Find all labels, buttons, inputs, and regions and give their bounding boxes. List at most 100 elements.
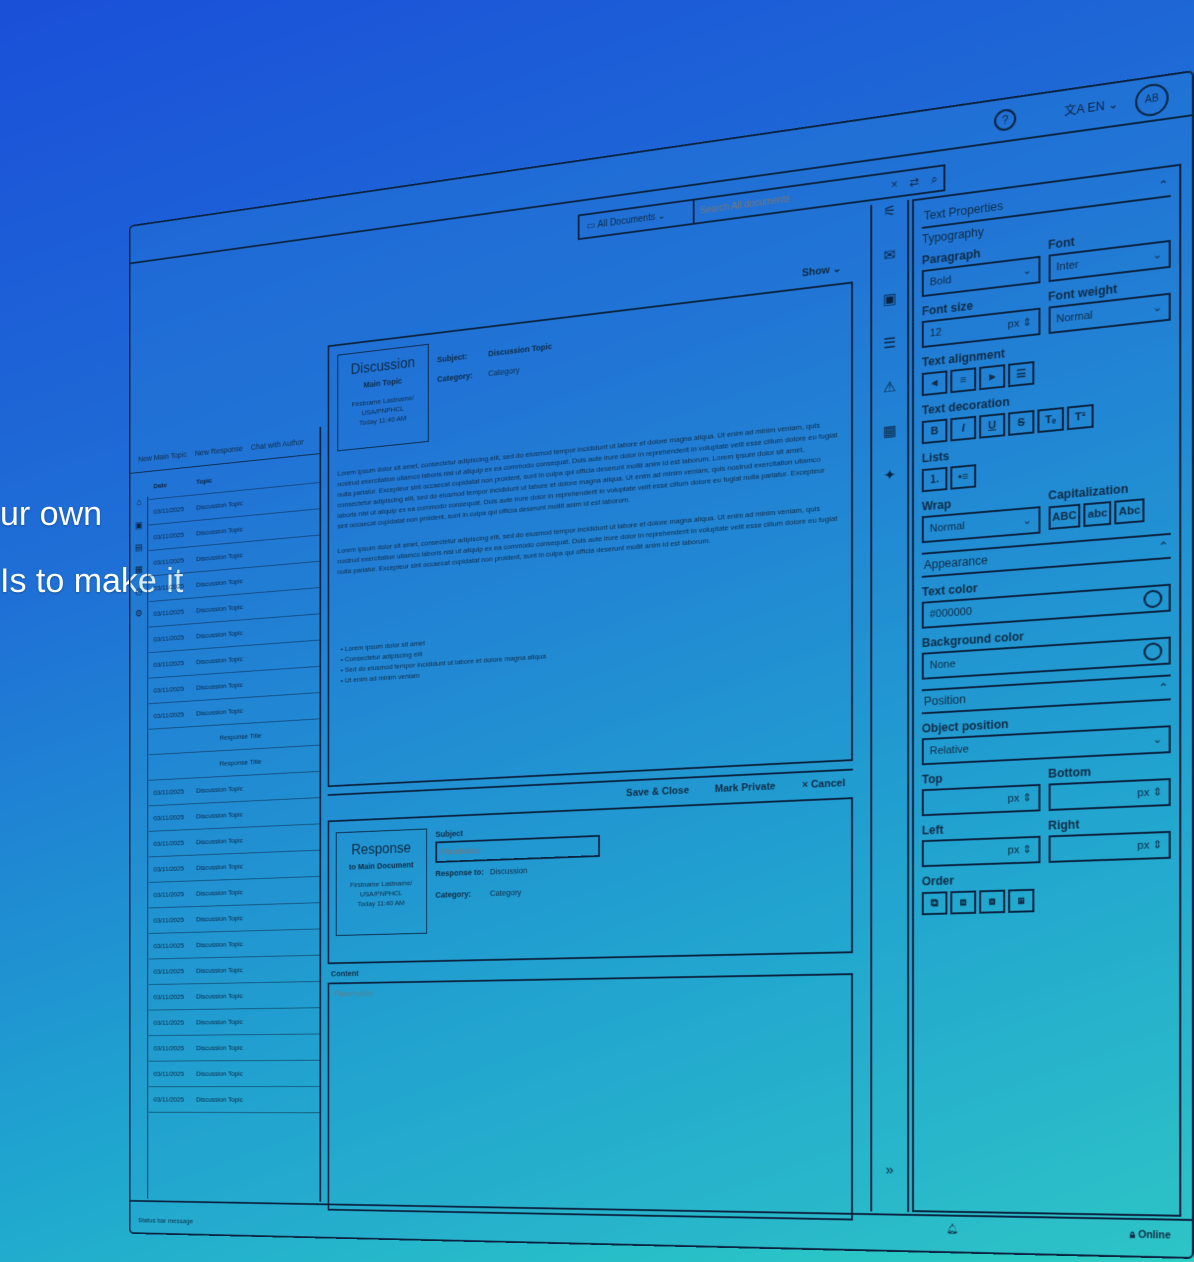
response-time: Today 11:40 AM: [357, 898, 405, 909]
clock-icon[interactable]: ◷: [130, 585, 147, 608]
table-row[interactable]: 03/11/2025 Discussion Topic: [148, 1034, 320, 1062]
row-topic: Discussion Topic: [196, 577, 243, 589]
column-date[interactable]: Date: [149, 478, 196, 490]
response-category-label: Category:: [435, 889, 472, 900]
chat-icon[interactable]: ☰: [872, 332, 907, 380]
strikethrough-button[interactable]: S: [1008, 409, 1035, 436]
numbered-list-icon[interactable]: ⒈: [921, 466, 948, 493]
bullet-list-icon[interactable]: •≡: [950, 464, 977, 490]
calendar-icon[interactable]: ▦: [872, 421, 907, 468]
bold-button[interactable]: B: [921, 418, 948, 445]
chevron-up-icon: ⌃: [1158, 177, 1169, 193]
expand-icon[interactable]: »: [872, 1162, 907, 1206]
superscript-button[interactable]: T²: [1066, 404, 1094, 431]
bell-icon[interactable]: 🔔︎: [946, 1224, 959, 1235]
row-topic: Discussion Topic: [196, 810, 243, 821]
chevron-up-icon: ⌃: [1158, 539, 1169, 554]
row-topic: Discussion Topic: [196, 551, 243, 563]
doc-icon[interactable]: ▤: [130, 541, 147, 565]
row-date: 03/11/2025: [153, 813, 184, 823]
content-textarea[interactable]: [327, 973, 853, 1221]
row-date: 03/11/2025: [153, 915, 184, 925]
send-back-icon[interactable]: ⧆: [1008, 888, 1035, 913]
table-row[interactable]: 03/11/2025 Discussion Topic: [148, 1060, 320, 1088]
lowercase-button[interactable]: abc: [1083, 501, 1112, 528]
online-status: 🔒︎ Online: [1129, 1229, 1171, 1242]
order-buttons: ⧉ ⧈ ⧇ ⧆: [921, 885, 1171, 916]
avatar[interactable]: AB: [1135, 81, 1169, 119]
home-icon[interactable]: ⌂: [130, 497, 147, 521]
bottom-label: Bottom: [1048, 764, 1092, 781]
calendar-icon[interactable]: ▦: [130, 563, 147, 587]
table-row[interactable]: 03/11/2025 Discussion Topic: [148, 955, 320, 985]
table-row[interactable]: 03/11/2025 Discussion Topic: [148, 1008, 320, 1037]
response-meta: Subject Response to:Discussion Category:…: [435, 821, 600, 905]
row-topic: Discussion Topic: [196, 628, 243, 641]
send-backward-icon[interactable]: ⧇: [979, 889, 1006, 914]
row-date: 03/11/2025: [153, 530, 184, 542]
align-center-icon[interactable]: ≡: [950, 367, 977, 394]
search-icon[interactable]: ⌕: [925, 171, 943, 188]
align-right-icon[interactable]: ⫸: [979, 364, 1006, 391]
chat-with-author-button[interactable]: Chat with Author: [251, 437, 304, 451]
row-date: 03/11/2025: [153, 1069, 184, 1078]
italic-button[interactable]: I: [950, 415, 977, 442]
color-swatch-icon[interactable]: [1143, 589, 1163, 609]
tool-icon-column: ⚟ ✉ ▣ ☰ ⚠ ▦ ✦ »: [870, 199, 910, 1212]
color-swatch-icon[interactable]: [1143, 642, 1163, 662]
right-stepper[interactable]: px ⇕: [1048, 830, 1171, 863]
row-topic: Discussion Topic: [196, 1017, 243, 1027]
chevron-down-icon: ⌄: [1152, 248, 1163, 262]
response-category-value: Category: [489, 887, 522, 898]
document-scope-select[interactable]: ▭ All Documents ⌄: [579, 200, 695, 239]
subscript-button[interactable]: Tₑ: [1037, 406, 1064, 434]
app-stage: ? 文A EN ⌄ AB ▭ All Documents ⌄ × ⇄ ⌕ New…: [0, 0, 1194, 1262]
uppercase-button[interactable]: ABC: [1048, 503, 1081, 530]
row-date: 03/11/2025: [153, 1044, 184, 1053]
sliders-icon[interactable]: ⚟: [872, 200, 907, 249]
row-topic: Response Title: [219, 757, 262, 768]
warning-icon[interactable]: ⚠: [872, 377, 907, 425]
table-row[interactable]: 03/11/2025 Discussion Topic: [148, 929, 320, 960]
row-date: 03/11/2025: [153, 864, 184, 874]
row-date: 03/11/2025: [153, 504, 184, 516]
bring-front-icon[interactable]: ⧉: [921, 891, 948, 916]
row-topic: Discussion Topic: [196, 991, 243, 1001]
sparkle-icon[interactable]: ✦: [872, 465, 907, 512]
table-row[interactable]: 03/11/2025 Discussion Topic: [148, 1086, 320, 1114]
align-justify-icon[interactable]: ☰: [1008, 361, 1035, 388]
row-date: 03/11/2025: [153, 607, 184, 618]
bring-forward-icon[interactable]: ⧈: [950, 890, 977, 915]
response-card: Response to Main Document Firstname Last…: [327, 797, 853, 965]
archive-icon[interactable]: ▣: [872, 288, 907, 336]
row-topic: Discussion Topic: [196, 680, 243, 692]
position-header[interactable]: Position ⌃: [921, 674, 1171, 715]
column-topic[interactable]: Topic: [196, 465, 319, 485]
help-icon[interactable]: ?: [994, 107, 1017, 133]
clear-icon[interactable]: ×: [885, 177, 903, 193]
underline-button[interactable]: U: [979, 412, 1006, 439]
left-stepper[interactable]: px ⇕: [921, 835, 1040, 868]
response-header: Response to Main Document Firstname Last…: [335, 828, 427, 936]
row-topic: Discussion Topic: [196, 499, 243, 512]
gear-icon[interactable]: ⚙: [130, 607, 147, 630]
align-left-icon[interactable]: ⫷: [921, 370, 948, 397]
language-selector[interactable]: 文A EN ⌄: [1064, 95, 1118, 120]
new-main-topic-button[interactable]: New Main Topic: [138, 450, 187, 464]
row-date: 03/11/2025: [153, 582, 184, 593]
search-input[interactable]: [694, 180, 885, 217]
response-to-value: Discussion: [489, 865, 528, 876]
new-response-button[interactable]: New Response: [195, 444, 243, 458]
mark-private-button[interactable]: Mark Private: [715, 781, 776, 795]
inbox-icon[interactable]: ▣: [130, 519, 147, 543]
row-topic: Response Title: [219, 731, 262, 742]
properties-panel: Text Properties ⌃ Typography Paragraph Bo…: [912, 163, 1182, 1217]
table-row[interactable]: 03/11/2025 Discussion Topic: [148, 981, 320, 1011]
capitalize-button[interactable]: Abc: [1114, 498, 1145, 525]
row-date: 03/11/2025: [153, 967, 184, 976]
row-date: 03/11/2025: [153, 992, 184, 1002]
save-close-button[interactable]: Save & Close: [626, 785, 689, 799]
filter-icon[interactable]: ⇄: [903, 174, 925, 190]
cancel-button[interactable]: × Cancel: [802, 778, 845, 791]
comment-icon[interactable]: ✉: [872, 244, 907, 292]
